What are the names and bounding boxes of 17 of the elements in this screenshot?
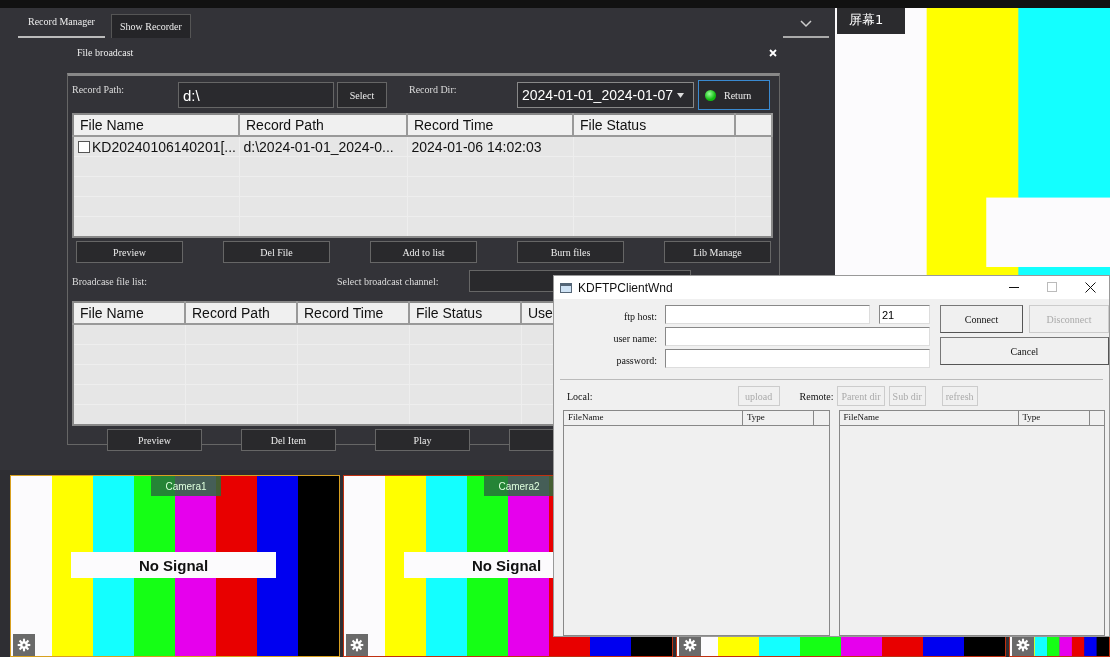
list-label: Broadcase file list: xyxy=(72,275,147,287)
field-label: Record Path: xyxy=(72,84,125,95)
window-title: KDFTPClientWnd xyxy=(578,280,673,295)
table-cell: d:\2024-01-01_2024-0... xyxy=(243,138,394,155)
field-label: Record Dir: xyxy=(409,84,458,95)
table-cell: 2024-01-06 14:02:03 xyxy=(411,138,542,155)
camera-label: Camera1 xyxy=(151,476,221,496)
no-signal-label: No Signal xyxy=(71,552,276,578)
list-label: Remote: xyxy=(799,390,834,402)
field-label: password: xyxy=(616,353,657,368)
camera-label: Camera2 xyxy=(484,476,554,496)
list-label: Local: xyxy=(567,390,593,402)
field-label: ftp host: xyxy=(623,309,657,324)
table-cell: KD20240106140201[... xyxy=(92,138,236,155)
panel-title: File broadcast xyxy=(77,46,134,58)
field-label: Select broadcast channel: xyxy=(337,275,439,287)
field-label: user name: xyxy=(613,331,657,346)
